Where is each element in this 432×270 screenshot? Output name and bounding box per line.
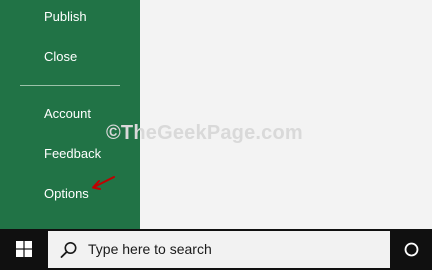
nav-item-account[interactable]: Account [44,106,91,122]
start-button[interactable] [0,229,48,270]
nav-item-options[interactable]: Options [44,186,89,202]
nav-item-close[interactable]: Close [44,49,77,65]
taskbar: Type here to search [0,229,432,270]
cortana-button[interactable] [390,229,432,270]
backstage-nav: Publish Close Account Feedback Options [0,0,140,229]
nav-item-publish[interactable]: Publish [44,9,87,25]
backstage-content-area [140,0,432,229]
search-icon [60,242,77,258]
screen: Publish Close Account Feedback Options ©… [0,0,432,270]
cortana-icon [404,242,419,257]
taskbar-search-box[interactable]: Type here to search [48,231,390,268]
nav-divider [20,85,120,86]
search-placeholder: Type here to search [88,241,212,257]
nav-item-feedback[interactable]: Feedback [44,146,101,162]
windows-logo-icon [16,241,32,257]
